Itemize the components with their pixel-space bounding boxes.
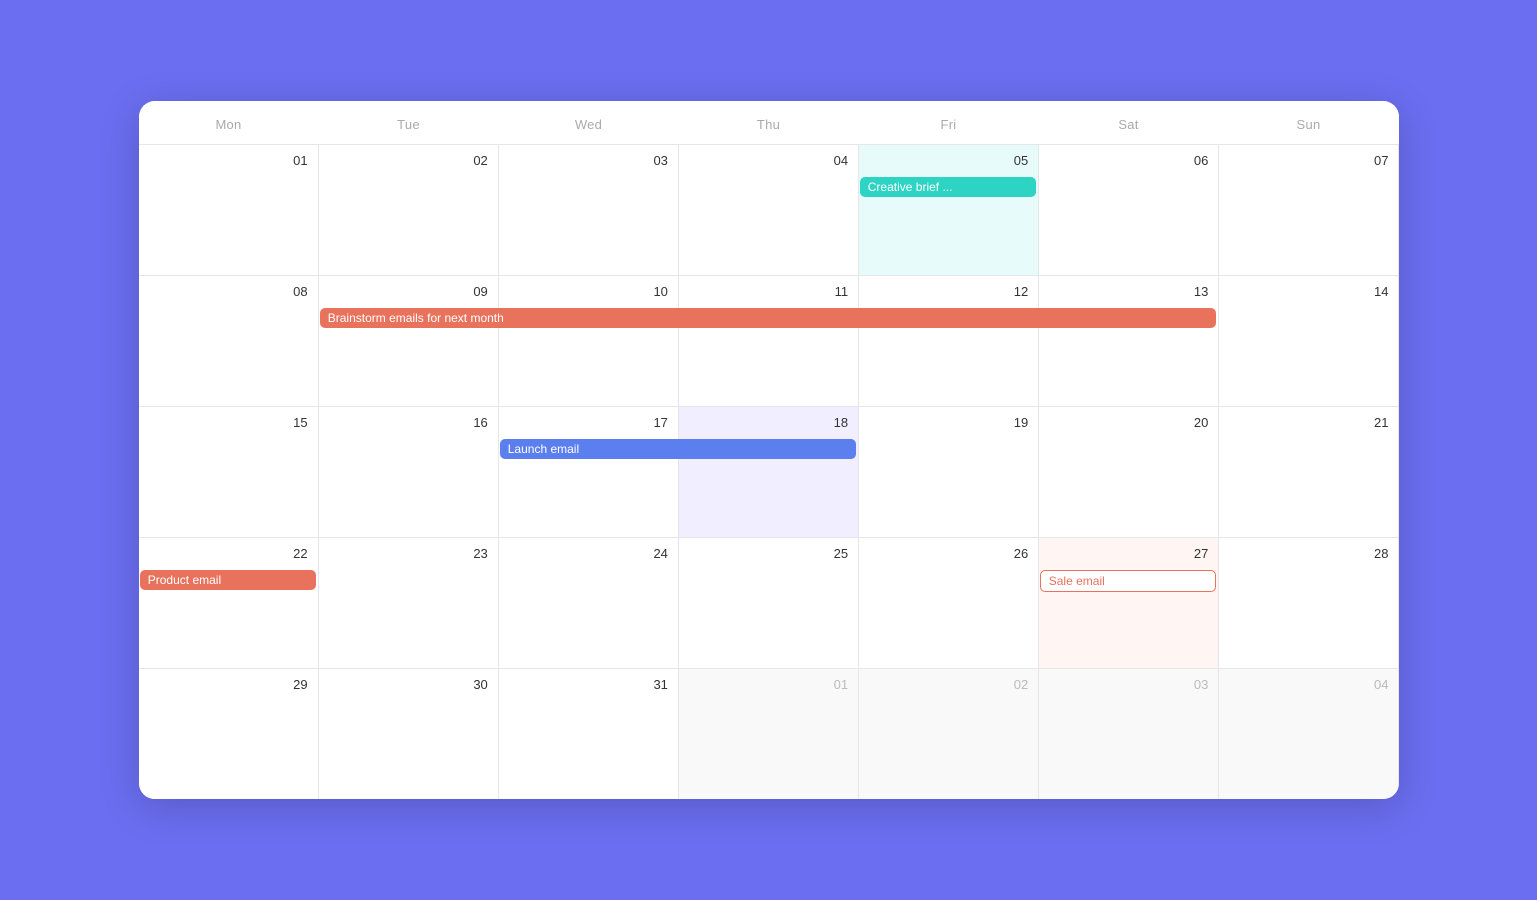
- calendar-cell-10-w1[interactable]: 10: [499, 276, 678, 406]
- calendar-cell-05-w0[interactable]: 05: [859, 145, 1038, 275]
- header-day-wed: Wed: [499, 101, 679, 144]
- date-number: 10: [509, 284, 668, 299]
- calendar-cell-14-w1[interactable]: 14: [1219, 276, 1398, 406]
- calendar-cell-02-w0[interactable]: 02: [319, 145, 498, 275]
- calendar-cell-30-w4[interactable]: 30: [319, 669, 498, 799]
- calendar-cell-27-w3[interactable]: 27: [1039, 538, 1218, 668]
- calendar-header: MonTueWedThuFriSatSun: [139, 101, 1399, 145]
- date-number: 24: [509, 546, 668, 561]
- week-row-week4: 22 23 24 25 26 27 28 Product email Sale email: [139, 538, 1399, 668]
- header-day-sun: Sun: [1219, 101, 1399, 144]
- date-number: 18: [689, 415, 848, 430]
- date-number: 05: [869, 153, 1028, 168]
- calendar-cell-16-w2[interactable]: 16: [319, 407, 498, 537]
- date-number: 09: [329, 284, 488, 299]
- date-number: 01: [689, 677, 848, 692]
- event-creative-brief-...[interactable]: Creative brief ...: [860, 177, 1036, 197]
- calendar-cell-24-w3[interactable]: 24: [499, 538, 678, 668]
- date-number: 15: [149, 415, 308, 430]
- week-row-week5: 29 30 31 01 02 03 04: [139, 669, 1399, 799]
- date-number: 30: [329, 677, 488, 692]
- date-number: 25: [689, 546, 848, 561]
- calendar-cell-15-w2[interactable]: 15: [139, 407, 318, 537]
- date-number: 31: [509, 677, 668, 692]
- calendar-cell-04-w4[interactable]: 04: [1219, 669, 1398, 799]
- week-row-week1: 01 02 03 04 05 06 07 Creative brief ...: [139, 145, 1399, 275]
- calendar-cell-07-w0[interactable]: 07: [1219, 145, 1398, 275]
- event-product-email[interactable]: Product email: [140, 570, 316, 590]
- event-launch-email[interactable]: Launch email: [500, 439, 856, 459]
- date-number: 13: [1049, 284, 1208, 299]
- calendar-cell-26-w3[interactable]: 26: [859, 538, 1038, 668]
- date-number: 22: [149, 546, 308, 561]
- calendar-cell-06-w0[interactable]: 06: [1039, 145, 1218, 275]
- calendar-body: 01 02 03 04 05 06 07 Creative brief ... 08 09 10 11…: [139, 145, 1399, 799]
- calendar-cell-08-w1[interactable]: 08: [139, 276, 318, 406]
- header-day-mon: Mon: [139, 101, 319, 144]
- calendar-cell-29-w4[interactable]: 29: [139, 669, 318, 799]
- calendar-cell-12-w1[interactable]: 12: [859, 276, 1038, 406]
- event-brainstorm-emails-for-next-month[interactable]: Brainstorm emails for next month: [320, 308, 1216, 328]
- week-row-week2: 08 09 10 11 12 13 14 Brainstorm emails for next…: [139, 276, 1399, 406]
- date-number: 19: [869, 415, 1028, 430]
- calendar-cell-31-w4[interactable]: 31: [499, 669, 678, 799]
- header-day-sat: Sat: [1039, 101, 1219, 144]
- calendar-cell-13-w1[interactable]: 13: [1039, 276, 1218, 406]
- calendar-cell-19-w2[interactable]: 19: [859, 407, 1038, 537]
- date-number: 03: [509, 153, 668, 168]
- calendar-cell-21-w2[interactable]: 21: [1219, 407, 1398, 537]
- date-number: 04: [1229, 677, 1388, 692]
- date-number: 04: [689, 153, 848, 168]
- calendar-cell-17-w2[interactable]: 17: [499, 407, 678, 537]
- calendar-container: MonTueWedThuFriSatSun 01 02 03 04 05 06 07 Crea…: [139, 101, 1399, 799]
- date-number: 28: [1229, 546, 1388, 561]
- header-day-tue: Tue: [319, 101, 499, 144]
- date-number: 21: [1229, 415, 1388, 430]
- date-number: 08: [149, 284, 308, 299]
- calendar-cell-09-w1[interactable]: 09: [319, 276, 498, 406]
- date-number: 16: [329, 415, 488, 430]
- calendar-cell-18-w2[interactable]: 18: [679, 407, 858, 537]
- calendar-cell-11-w1[interactable]: 11: [679, 276, 858, 406]
- calendar-cell-01-w4[interactable]: 01: [679, 669, 858, 799]
- header-day-fri: Fri: [859, 101, 1039, 144]
- date-number: 23: [329, 546, 488, 561]
- calendar-cell-22-w3[interactable]: 22: [139, 538, 318, 668]
- calendar-cell-28-w3[interactable]: 28: [1219, 538, 1398, 668]
- date-number: 02: [869, 677, 1028, 692]
- calendar-cell-23-w3[interactable]: 23: [319, 538, 498, 668]
- calendar-cell-25-w3[interactable]: 25: [679, 538, 858, 668]
- date-number: 02: [329, 153, 488, 168]
- date-number: 14: [1229, 284, 1388, 299]
- date-number: 03: [1049, 677, 1208, 692]
- date-number: 26: [869, 546, 1028, 561]
- calendar-cell-20-w2[interactable]: 20: [1039, 407, 1218, 537]
- date-number: 01: [149, 153, 308, 168]
- date-number: 07: [1229, 153, 1388, 168]
- week-row-week3: 15 16 17 18 19 20 21 Launch email: [139, 407, 1399, 537]
- date-number: 06: [1049, 153, 1208, 168]
- calendar-cell-02-w4[interactable]: 02: [859, 669, 1038, 799]
- date-number: 11: [689, 284, 848, 299]
- date-number: 27: [1049, 546, 1208, 561]
- date-number: 20: [1049, 415, 1208, 430]
- calendar-cell-03-w4[interactable]: 03: [1039, 669, 1218, 799]
- calendar-cell-03-w0[interactable]: 03: [499, 145, 678, 275]
- calendar-cell-01-w0[interactable]: 01: [139, 145, 318, 275]
- header-day-thu: Thu: [679, 101, 859, 144]
- date-number: 29: [149, 677, 308, 692]
- date-number: 12: [869, 284, 1028, 299]
- event-sale-email[interactable]: Sale email: [1040, 570, 1216, 592]
- date-number: 17: [509, 415, 668, 430]
- calendar-cell-04-w0[interactable]: 04: [679, 145, 858, 275]
